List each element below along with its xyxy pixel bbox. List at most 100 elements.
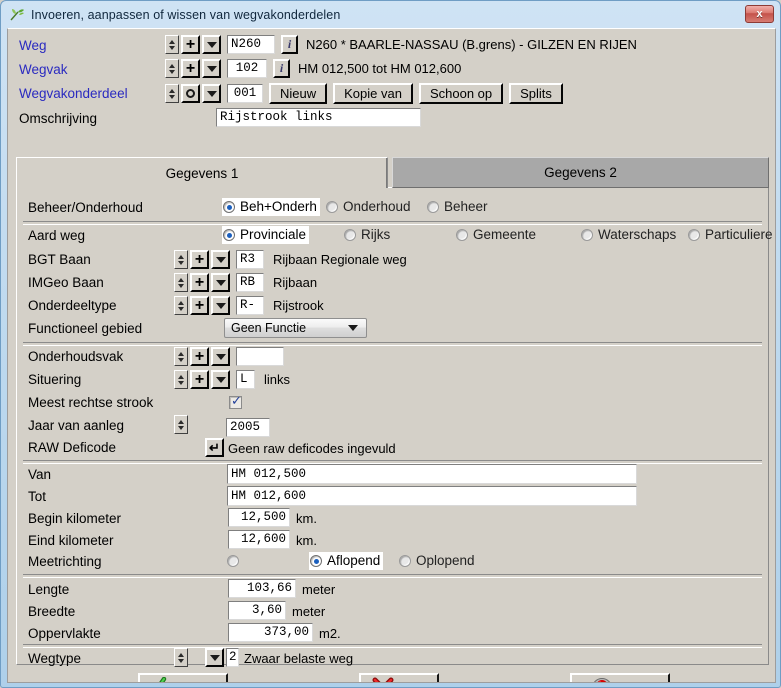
radio-mark-icon xyxy=(688,229,700,241)
weg-dropdown-button[interactable] xyxy=(202,35,221,54)
radio-mark-icon xyxy=(223,201,235,213)
wegvakonderdeel-spinner[interactable] xyxy=(165,84,179,103)
radio-beheer[interactable]: Beheer xyxy=(426,198,491,216)
weg-spinner[interactable] xyxy=(165,35,179,54)
divider xyxy=(23,221,762,225)
onderdeeltype-spinner[interactable] xyxy=(174,296,188,315)
imgeo-baan-add-button[interactable]: + xyxy=(190,273,209,292)
radio-mark-icon xyxy=(223,229,235,241)
close-button[interactable]: x xyxy=(745,5,774,23)
divider xyxy=(23,574,762,578)
application-window: Invoeren, aanpassen of wissen van wegvak… xyxy=(0,0,781,688)
imgeo-baan-dropdown-button[interactable] xyxy=(211,273,230,292)
radio-rijks[interactable]: Rijks xyxy=(343,226,393,244)
onderdeeltype-dropdown-button[interactable] xyxy=(211,296,230,315)
stop-label: Stop xyxy=(622,681,650,683)
bewaar-button[interactable]: Bewaar xyxy=(138,673,228,683)
bgt-baan-spinner[interactable] xyxy=(174,250,188,269)
jaar-van-aanleg-input[interactable]: 2005 xyxy=(226,418,270,437)
wegvak-code-input[interactable]: 102 xyxy=(227,59,267,78)
eind-kilometer-input[interactable]: 12,600 xyxy=(228,530,290,549)
radio-mark-icon xyxy=(427,201,439,213)
lengte-input[interactable]: 103,66 xyxy=(228,579,296,598)
tab-gegevens-1[interactable]: Gegevens 1 xyxy=(16,157,388,188)
radio-onderhoud[interactable]: Onderhoud xyxy=(325,198,414,216)
wegtype-spinner[interactable] xyxy=(174,648,188,667)
wis-accel: W xyxy=(403,681,416,683)
situering-dropdown-button[interactable] xyxy=(211,370,230,389)
bgt-baan-code-input[interactable]: R3 xyxy=(236,250,264,269)
beheer-onderhoud-label: Beheer/Onderhoud xyxy=(28,200,143,215)
wegtype-code-input[interactable]: 2 xyxy=(226,648,239,667)
weg-info-icon[interactable]: i xyxy=(281,35,298,54)
situering-code-input[interactable]: L xyxy=(236,370,255,389)
radio-label: Gemeente xyxy=(473,227,537,243)
schoon-op-button[interactable]: Schoon op xyxy=(418,83,504,104)
breedte-input[interactable]: 3,60 xyxy=(228,601,286,620)
wegvakonderdeel-circle-button[interactable] xyxy=(181,84,200,103)
imgeo-baan-spinner[interactable] xyxy=(174,273,188,292)
radio-oplopend[interactable]: Oplopend xyxy=(398,552,478,570)
tot-label: Tot xyxy=(28,489,47,504)
radio-particuliere[interactable]: Particuliere xyxy=(687,226,775,244)
radio-beh-onderh[interactable]: Beh+Onderh xyxy=(222,198,320,216)
splits-button[interactable]: Splits xyxy=(509,83,563,104)
bewaar-rest: ewaar xyxy=(185,681,222,683)
bgt-baan-add-button[interactable]: + xyxy=(190,250,209,269)
jaar-van-aanleg-spinner[interactable] xyxy=(174,415,188,434)
onderdeeltype-add-button[interactable]: + xyxy=(190,296,209,315)
radio-label: Oplopend xyxy=(416,553,475,569)
tot-input[interactable]: HM 012,600 xyxy=(227,486,637,506)
begin-kilometer-unit: km. xyxy=(296,511,317,526)
radio-provinciale[interactable]: Provinciale xyxy=(222,226,310,244)
imgeo-baan-description: Rijbaan xyxy=(273,275,318,290)
radio-aflopend[interactable]: Aflopend xyxy=(309,552,384,570)
plant-sprig-icon xyxy=(9,7,25,22)
eind-kilometer-row: Eind kilometer 12,600 km. xyxy=(17,530,768,552)
tab-gegevens-2[interactable]: Gegevens 2 xyxy=(392,157,769,188)
nieuw-button[interactable]: Nieuw xyxy=(269,83,328,104)
onderhoudsvak-spinner[interactable] xyxy=(174,347,188,366)
radio-mark-icon xyxy=(581,229,593,241)
weg-add-button[interactable]: + xyxy=(181,35,200,54)
green-check-icon xyxy=(145,676,167,682)
radio-waterschaps[interactable]: Waterschaps xyxy=(580,226,679,244)
weg-code-input[interactable]: N260 xyxy=(227,35,275,54)
raw-deficode-row: RAW Deficode ↵ Geen raw deficodes ingevu… xyxy=(17,438,768,460)
radio-meetrichting-blank[interactable] xyxy=(226,552,242,570)
stop-button[interactable]: Stop xyxy=(570,673,670,683)
onderdeeltype-code-input[interactable]: R- xyxy=(236,296,264,315)
meest-rechtse-strook-checkbox[interactable] xyxy=(229,394,242,409)
wegvak-description: HM 012,500 tot HM 012,600 xyxy=(298,61,462,76)
omschrijving-input[interactable]: Rijstrook links xyxy=(216,108,421,127)
wegvak-info-icon[interactable]: i xyxy=(273,59,290,78)
wegvak-dropdown-button[interactable] xyxy=(202,59,221,78)
situering-spinner[interactable] xyxy=(174,370,188,389)
onderhoudsvak-dropdown-button[interactable] xyxy=(211,347,230,366)
situering-add-button[interactable]: + xyxy=(190,370,209,389)
imgeo-baan-code-input[interactable]: RB xyxy=(236,273,264,292)
stop-rest: top xyxy=(631,681,650,683)
wegvakonderdeel-code-input[interactable]: 001 xyxy=(227,84,263,103)
wis-button[interactable]: Wis xyxy=(359,673,439,683)
wegvak-add-button[interactable]: + xyxy=(181,59,200,78)
oppervlakte-row: Oppervlakte 373,00 m2. xyxy=(17,623,768,645)
enter-arrow-icon[interactable]: ↵ xyxy=(205,438,224,457)
radio-mark-icon xyxy=(310,555,322,567)
wegvakonderdeel-dropdown-button[interactable] xyxy=(202,84,221,103)
wegtype-dropdown-button[interactable] xyxy=(205,648,224,667)
begin-kilometer-input[interactable]: 12,500 xyxy=(228,508,290,527)
weg-description: N260 * BAARLE-NASSAU (B.grens) - GILZEN … xyxy=(306,37,637,52)
oppervlakte-input[interactable]: 373,00 xyxy=(228,623,313,642)
radio-gemeente[interactable]: Gemeente xyxy=(455,226,539,244)
kopie-van-button[interactable]: Kopie van xyxy=(333,83,413,104)
bgt-baan-dropdown-button[interactable] xyxy=(211,250,230,269)
functioneel-gebied-select[interactable]: Geen Functie xyxy=(224,318,367,338)
wegvak-spinner[interactable] xyxy=(165,59,179,78)
van-input[interactable]: HM 012,500 xyxy=(227,464,637,484)
onderhoudsvak-code-input[interactable] xyxy=(236,347,284,366)
breedte-row: Breedte 3,60 meter xyxy=(17,601,768,623)
wegvak-row: Wegvak + 102 i HM 012,500 tot HM 012,600 xyxy=(8,59,775,81)
onderhoudsvak-add-button[interactable]: + xyxy=(190,347,209,366)
red-light-icon xyxy=(591,677,613,682)
